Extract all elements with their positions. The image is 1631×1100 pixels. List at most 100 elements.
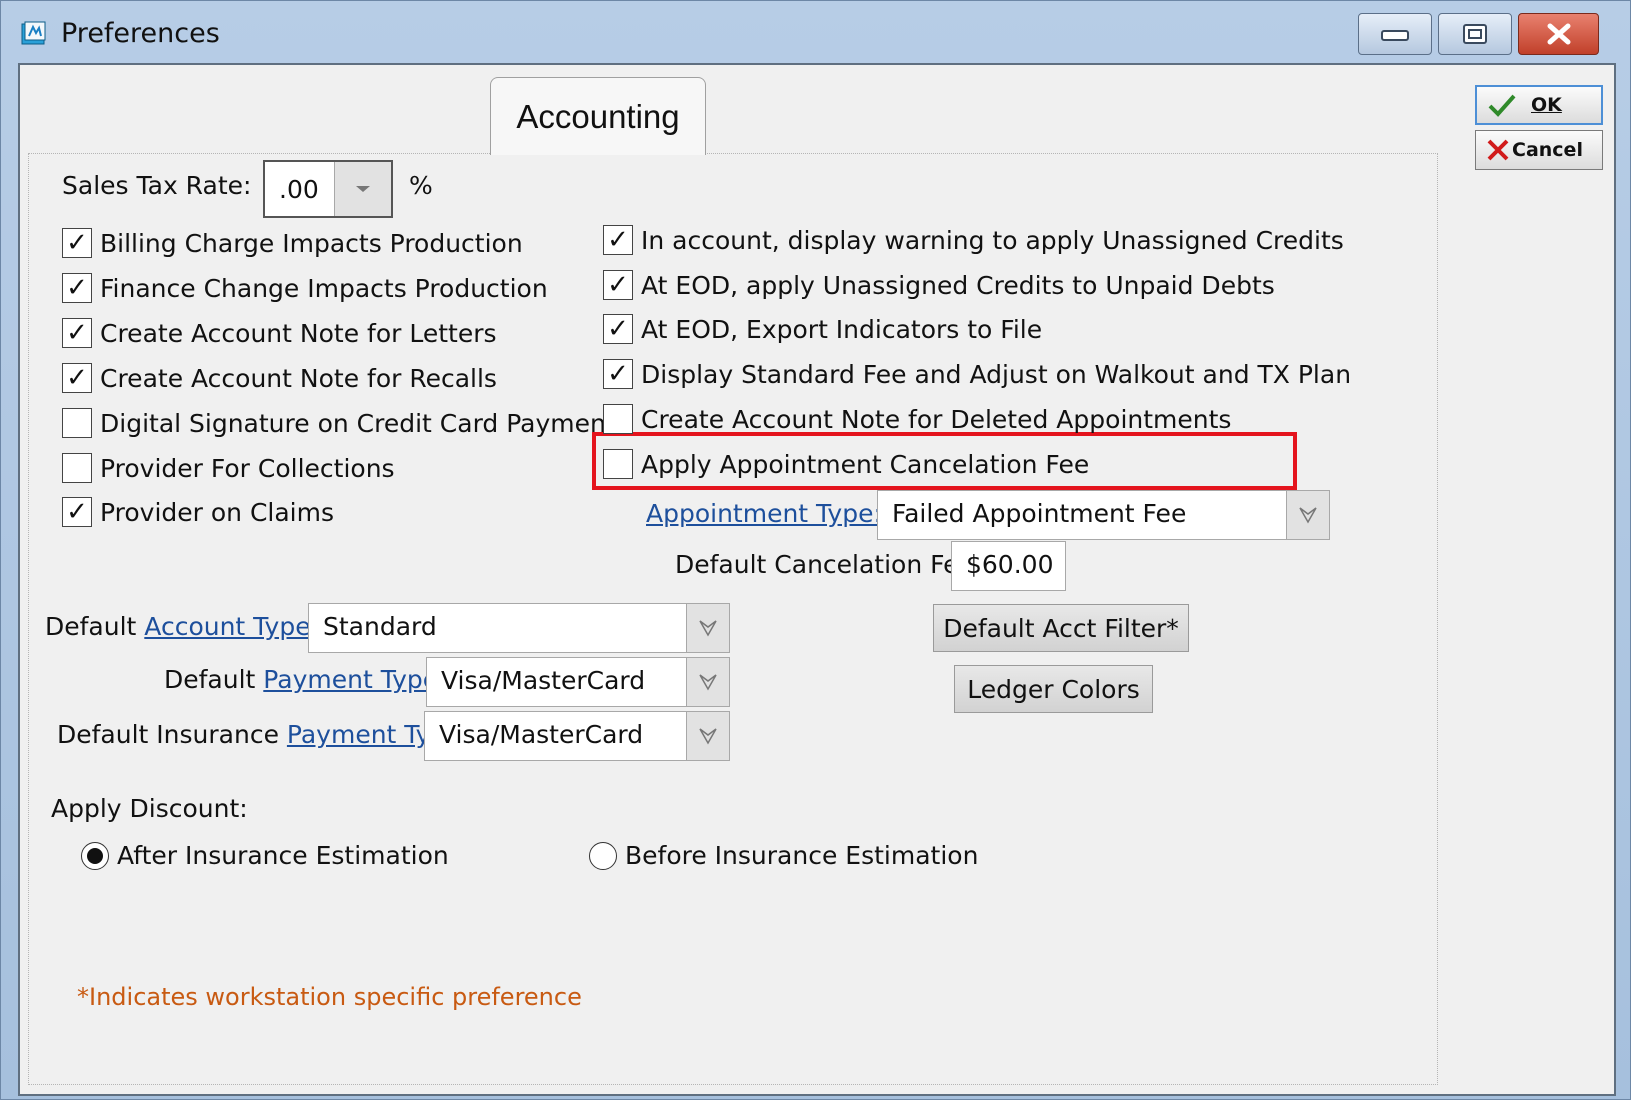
checkbox-billing-charge[interactable]: ✓ Billing Charge Impacts Production bbox=[62, 228, 523, 258]
radio-circle[interactable] bbox=[589, 841, 617, 870]
minimize-button[interactable] bbox=[1358, 13, 1432, 55]
checkbox-label: Digital Signature on Credit Card Payment bbox=[100, 408, 616, 438]
default-acct-filter-button[interactable]: Default Acct Filter* bbox=[933, 604, 1189, 652]
percent-unit: % bbox=[409, 171, 433, 200]
accounting-panel: Sales Tax Rate: .00 % ✓ Billing Charge I… bbox=[28, 153, 1438, 1085]
radio-after-insurance[interactable]: After Insurance Estimation bbox=[81, 841, 449, 870]
account-type-value: Standard bbox=[323, 612, 437, 641]
ok-button[interactable]: OK bbox=[1475, 85, 1603, 125]
checkbox-box[interactable]: ✓ bbox=[62, 228, 92, 258]
sales-tax-dropdown[interactable] bbox=[334, 162, 391, 216]
insurance-payment-type-value: Visa/MasterCard bbox=[439, 720, 644, 749]
cancel-fee-input[interactable]: $60.00 bbox=[951, 541, 1066, 591]
payment-type-select[interactable]: Visa/MasterCard bbox=[426, 657, 730, 707]
account-type-dropdown[interactable] bbox=[686, 604, 729, 652]
chevron-down-icon bbox=[699, 728, 717, 745]
radio-label: Before Insurance Estimation bbox=[625, 841, 979, 870]
checkbox-digital-signature[interactable]: Digital Signature on Credit Card Payment bbox=[62, 408, 616, 438]
checkbox-label: Display Standard Fee and Adjust on Walko… bbox=[641, 359, 1352, 389]
checkbox-provider-claims[interactable]: ✓ Provider on Claims bbox=[62, 497, 334, 527]
checkbox-provider-collections[interactable]: Provider For Collections bbox=[62, 453, 395, 483]
insurance-payment-type-dropdown[interactable] bbox=[686, 712, 729, 760]
check-icon bbox=[1488, 94, 1516, 117]
apply-discount-label: Apply Discount: bbox=[51, 794, 248, 823]
checkbox-label: Create Account Note for Recalls bbox=[100, 363, 497, 393]
checkbox-box[interactable] bbox=[603, 404, 633, 434]
preferences-window: Preferences Accounting OK Cancel Sales T… bbox=[0, 0, 1631, 1100]
payment-type-link[interactable]: Payment Type bbox=[263, 665, 438, 694]
checkbox-label: Create Account Note for Deleted Appointm… bbox=[641, 404, 1232, 434]
checkbox-cancelation-fee[interactable]: Apply Appointment Cancelation Fee bbox=[603, 449, 1089, 479]
checkbox-eod-export[interactable]: ✓ At EOD, Export Indicators to File bbox=[603, 314, 1042, 344]
checkbox-box[interactable] bbox=[603, 449, 633, 479]
window-title: Preferences bbox=[61, 18, 220, 49]
radio-label: After Insurance Estimation bbox=[117, 841, 449, 870]
checkbox-label: Finance Change Impacts Production bbox=[100, 273, 548, 303]
tab-accounting[interactable]: Accounting bbox=[490, 77, 706, 155]
cancel-label: Cancel bbox=[1512, 139, 1583, 161]
chevron-down-icon bbox=[699, 620, 717, 637]
checkbox-label: Apply Appointment Cancelation Fee bbox=[641, 449, 1090, 479]
account-type-link[interactable]: Account Type bbox=[144, 612, 310, 641]
cancel-button[interactable]: Cancel bbox=[1475, 130, 1603, 170]
account-type-prefix: Default bbox=[45, 612, 145, 641]
chevron-down-icon bbox=[1299, 507, 1317, 524]
app-icon bbox=[21, 21, 46, 45]
checkbox-unassigned-warning[interactable]: ✓ In account, display warning to apply U… bbox=[603, 225, 1344, 255]
sales-tax-input[interactable]: .00 bbox=[263, 160, 393, 218]
ledger-colors-button[interactable]: Ledger Colors bbox=[954, 665, 1153, 713]
close-button[interactable] bbox=[1518, 13, 1599, 55]
payment-type-dropdown[interactable] bbox=[686, 658, 729, 706]
checkbox-display-standard-fee[interactable]: ✓ Display Standard Fee and Adjust on Wal… bbox=[603, 359, 1351, 389]
checkbox-note-letters[interactable]: ✓ Create Account Note for Letters bbox=[62, 318, 497, 348]
checkbox-box[interactable]: ✓ bbox=[62, 497, 92, 527]
appointment-type-value: Failed Appointment Fee bbox=[892, 499, 1187, 528]
checkbox-note-deleted-appointments[interactable]: Create Account Note for Deleted Appointm… bbox=[603, 404, 1231, 434]
checkbox-label: Create Account Note for Letters bbox=[100, 318, 497, 348]
sales-tax-label: Sales Tax Rate: bbox=[62, 171, 252, 200]
chevron-down-icon bbox=[699, 674, 717, 691]
payment-type-value: Visa/MasterCard bbox=[441, 666, 646, 695]
checkbox-box[interactable] bbox=[62, 408, 92, 438]
checkbox-label: Billing Charge Impacts Production bbox=[100, 228, 523, 258]
checkbox-box[interactable]: ✓ bbox=[603, 314, 633, 344]
maximize-icon bbox=[1463, 24, 1487, 44]
insurance-payment-type-select[interactable]: Visa/MasterCard bbox=[424, 711, 730, 761]
ok-label: OK bbox=[1531, 94, 1562, 116]
checkbox-box[interactable]: ✓ bbox=[62, 318, 92, 348]
checkbox-box[interactable] bbox=[62, 453, 92, 483]
account-type-label: Default Account Type bbox=[45, 612, 311, 641]
checkbox-eod-apply-credits[interactable]: ✓ At EOD, apply Unassigned Credits to Un… bbox=[603, 270, 1275, 300]
appointment-type-select[interactable]: Failed Appointment Fee bbox=[877, 490, 1330, 540]
insurance-payment-type-label: Default Insurance Payment Type bbox=[57, 720, 462, 749]
account-type-select[interactable]: Standard bbox=[308, 603, 730, 653]
radio-before-insurance[interactable]: Before Insurance Estimation bbox=[589, 841, 978, 870]
maximize-button[interactable] bbox=[1438, 13, 1512, 55]
workstation-footnote: *Indicates workstation specific preferen… bbox=[77, 983, 582, 1011]
checkbox-box[interactable]: ✓ bbox=[603, 359, 633, 389]
cancel-fee-label: Default Cancelation Fee: bbox=[675, 550, 983, 579]
close-icon bbox=[1547, 23, 1570, 45]
chevron-down-icon bbox=[356, 186, 370, 192]
title-bar[interactable]: Preferences bbox=[1, 1, 1630, 63]
checkbox-label: At EOD, Export Indicators to File bbox=[641, 314, 1043, 344]
minimize-icon bbox=[1381, 30, 1409, 41]
checkbox-box[interactable]: ✓ bbox=[62, 273, 92, 303]
checkbox-finance-change[interactable]: ✓ Finance Change Impacts Production bbox=[62, 273, 548, 303]
cancel-fee-value: $60.00 bbox=[966, 550, 1054, 579]
checkbox-label: In account, display warning to apply Una… bbox=[641, 225, 1344, 255]
checkbox-box[interactable]: ✓ bbox=[603, 225, 633, 255]
checkbox-note-recalls[interactable]: ✓ Create Account Note for Recalls bbox=[62, 363, 497, 393]
payment-type-prefix: Default bbox=[164, 665, 264, 694]
dialog-body: Accounting OK Cancel Sales Tax Rate: .00… bbox=[18, 63, 1616, 1096]
payment-type-label: Default Payment Type bbox=[164, 665, 438, 694]
checkbox-box[interactable]: ✓ bbox=[603, 270, 633, 300]
checkbox-label: Provider For Collections bbox=[100, 453, 395, 483]
sales-tax-value: .00 bbox=[279, 175, 319, 204]
appointment-type-link[interactable]: Appointment Type: bbox=[646, 499, 882, 528]
checkbox-label: Provider on Claims bbox=[100, 497, 335, 527]
checkbox-label: At EOD, apply Unassigned Credits to Unpa… bbox=[641, 270, 1275, 300]
radio-circle[interactable] bbox=[81, 841, 109, 870]
appointment-type-dropdown[interactable] bbox=[1286, 491, 1329, 539]
checkbox-box[interactable]: ✓ bbox=[62, 363, 92, 393]
